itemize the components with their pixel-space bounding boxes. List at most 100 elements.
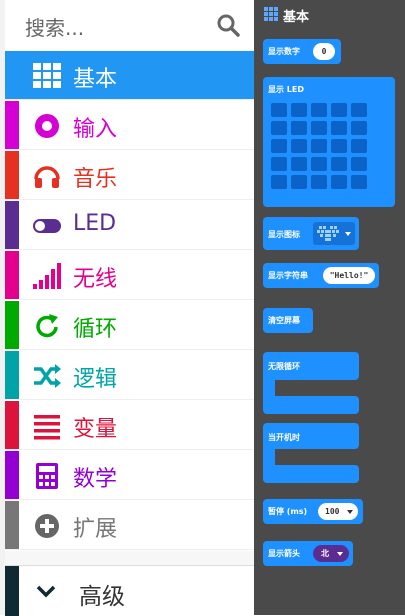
category-loops[interactable]: 循环	[5, 301, 254, 350]
show-arrow-block[interactable]: 显示箭头 北	[263, 541, 353, 566]
c-block-bottom	[263, 465, 359, 483]
circle-target-icon	[35, 114, 59, 138]
show-leds-block[interactable]: 显示 LED	[263, 77, 395, 207]
led-cell[interactable]	[311, 175, 327, 189]
category-color-bar	[5, 501, 19, 549]
category-color-bar	[5, 301, 19, 349]
refresh-icon	[36, 314, 58, 338]
led-cell[interactable]	[331, 103, 347, 117]
led-cell[interactable]	[271, 157, 287, 171]
block-label: 暂停 (ms)	[268, 507, 308, 516]
led-cell[interactable]	[291, 103, 307, 117]
c-block-bottom	[263, 396, 359, 414]
led-cell[interactable]	[331, 121, 347, 135]
search-box[interactable]: 搜索...	[5, 0, 254, 50]
block-label: 显示图标	[268, 230, 300, 239]
category-basic[interactable]: 基本	[5, 51, 254, 100]
shuffle-icon	[34, 364, 61, 388]
category-label: 变量	[73, 417, 118, 442]
pause-value-dropdown[interactable]: 100	[318, 503, 358, 520]
led-cell[interactable]	[271, 103, 287, 117]
led-cell[interactable]	[271, 175, 287, 189]
category-radio[interactable]: 无线	[5, 251, 254, 300]
led-cell[interactable]	[331, 175, 347, 189]
plus-circle-icon	[35, 514, 59, 538]
block-label: 显示箭头	[268, 549, 300, 558]
search-icon[interactable]	[216, 13, 240, 37]
icon-picker[interactable]	[313, 222, 355, 245]
category-variables[interactable]: 变量	[5, 401, 254, 450]
category-label: 扩展	[73, 517, 118, 542]
led-cell[interactable]	[291, 175, 307, 189]
category-music[interactable]: 音乐	[5, 151, 254, 200]
led-cell[interactable]	[311, 103, 327, 117]
block-label: 清空屏幕	[268, 316, 300, 325]
flyout-title-label: 基本	[283, 10, 310, 25]
led-cell[interactable]	[351, 103, 367, 117]
category-color-bar	[5, 351, 19, 399]
dropdown-caret-icon	[337, 552, 343, 556]
arrow-direction-value: 北	[321, 549, 329, 558]
led-cell[interactable]	[311, 157, 327, 171]
category-input[interactable]: 输入	[5, 101, 254, 150]
led-cell[interactable]	[331, 157, 347, 171]
category-extensions[interactable]: 扩展	[5, 501, 254, 550]
category-math[interactable]: 数学	[5, 451, 254, 500]
clear-screen-block[interactable]: 清空屏幕	[263, 308, 313, 333]
led-cell[interactable]	[311, 139, 327, 153]
block-label: 无限循环	[268, 362, 300, 371]
number-input[interactable]: 0	[313, 43, 335, 60]
string-input[interactable]: "Hello!"	[323, 267, 375, 284]
search-input[interactable]: 搜索...	[25, 12, 84, 41]
show-number-block[interactable]: 显示数字 0	[263, 39, 341, 64]
category-label: 音乐	[73, 167, 118, 192]
category-label: 无线	[73, 267, 118, 292]
led-cell[interactable]	[331, 139, 347, 153]
category-label: 输入	[73, 117, 118, 142]
headphones-icon	[34, 166, 60, 188]
led-cell[interactable]	[271, 121, 287, 135]
category-label: 数学	[73, 467, 118, 492]
category-color-bar	[5, 201, 19, 249]
category-color-bar	[5, 251, 19, 299]
category-led[interactable]: LED	[5, 201, 254, 250]
category-label: 基本	[73, 67, 118, 92]
led-cell[interactable]	[351, 121, 367, 135]
show-string-block[interactable]: 显示字符串 "Hello!"	[263, 263, 379, 288]
category-label: LED	[73, 211, 117, 236]
led-cell[interactable]	[291, 121, 307, 135]
led-cell[interactable]	[351, 139, 367, 153]
led-cell[interactable]	[271, 139, 287, 153]
forever-block[interactable]: 无限循环	[263, 352, 359, 414]
block-flyout: 基本 显示数字 0 显示 LED 显示图标 显示字符串 "Hello!" 清空屏…	[254, 0, 405, 615]
led-cell[interactable]	[291, 139, 307, 153]
category-color-bar	[5, 151, 19, 199]
block-label: 显示字符串	[268, 271, 308, 280]
calculator-icon	[36, 463, 58, 489]
category-color-bar	[5, 401, 19, 449]
grid-icon	[264, 7, 278, 21]
category-logic[interactable]: 逻辑	[5, 351, 254, 400]
signal-bars-icon	[33, 263, 61, 289]
advanced-label: 高级	[79, 584, 125, 610]
advanced-toggle[interactable]: 高级	[5, 565, 254, 616]
block-label: 当开机时	[268, 433, 300, 442]
led-matrix[interactable]	[271, 103, 389, 189]
heart-icon	[317, 226, 339, 241]
led-cell[interactable]	[311, 121, 327, 135]
list-lines-icon	[34, 415, 60, 440]
on-start-block[interactable]: 当开机时	[263, 423, 359, 483]
pause-block[interactable]: 暂停 (ms) 100	[263, 499, 363, 524]
category-label: 逻辑	[73, 367, 118, 392]
category-color-bar	[5, 566, 19, 616]
led-cell[interactable]	[351, 175, 367, 189]
show-icon-block[interactable]: 显示图标	[263, 217, 359, 250]
arrow-direction-dropdown[interactable]: 北	[313, 545, 349, 562]
block-label: 显示 LED	[268, 85, 304, 94]
led-cell[interactable]	[291, 157, 307, 171]
led-cell[interactable]	[351, 157, 367, 171]
category-color-bar	[5, 101, 19, 149]
toolbox-separator	[5, 551, 254, 565]
dropdown-caret-icon	[347, 510, 353, 514]
pause-value: 100	[325, 507, 340, 516]
